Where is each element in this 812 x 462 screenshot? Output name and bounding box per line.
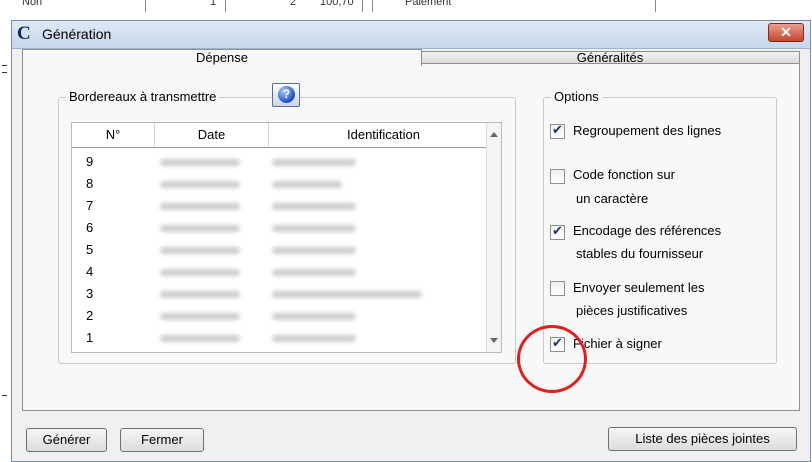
row-number: 7 xyxy=(86,198,94,213)
row-number: 5 xyxy=(86,242,94,257)
table-row[interactable]: 1 xyxy=(72,327,492,349)
blurred-identification xyxy=(272,335,356,342)
checkbox-encodage-references[interactable] xyxy=(550,223,565,240)
close-window-button[interactable]: ✕ xyxy=(768,23,804,42)
background-app-strip: Non 1 2 100,70 Paiement xyxy=(0,0,812,20)
table-row[interactable]: 2 xyxy=(72,305,492,327)
tab-panel-depense: Bordereaux à transmettre ? N° Date Ident… xyxy=(22,63,800,411)
close-button[interactable]: Fermer xyxy=(120,428,204,452)
table-row[interactable]: 8 xyxy=(72,173,492,195)
blurred-date xyxy=(160,269,240,276)
bg-cell: 2 xyxy=(290,0,297,8)
option-label: Fichier à signer xyxy=(573,336,662,351)
app-logo-icon: C xyxy=(17,23,31,44)
help-button[interactable]: ? xyxy=(272,83,300,107)
row-number: 8 xyxy=(86,176,94,191)
checkbox-envoyer-seulement[interactable] xyxy=(550,281,565,296)
bg-cell: 100,70 xyxy=(320,0,354,8)
options-legend: Options xyxy=(551,89,602,104)
blurred-identification xyxy=(272,247,356,254)
row-number: 3 xyxy=(86,286,94,301)
row-number: 9 xyxy=(86,154,94,169)
blurred-identification xyxy=(272,225,356,232)
blurred-date xyxy=(160,225,240,232)
option-label-line2: un caractère xyxy=(576,191,649,206)
bg-separator xyxy=(362,0,363,12)
bg-separator xyxy=(372,0,373,12)
bg-separator xyxy=(145,0,146,12)
blurred-date xyxy=(160,313,240,320)
checkbox-regroupement[interactable] xyxy=(550,122,565,139)
table-row[interactable]: 5 xyxy=(72,239,492,261)
generation-dialog: C Génération ✕ Dépense Généralités Borde… xyxy=(11,20,811,462)
blurred-date xyxy=(160,247,240,254)
bg-tick xyxy=(2,65,7,66)
background-app-side xyxy=(0,20,10,462)
option-label-line2: stables du fournisseur xyxy=(576,246,704,261)
attachments-list-button[interactable]: Liste des pièces jointes xyxy=(608,427,797,451)
list-header: N° Date Identification xyxy=(72,123,499,147)
row-number: 2 xyxy=(86,308,94,323)
header-divider xyxy=(72,147,492,148)
option-label: Encodage des références xyxy=(573,223,722,238)
option-label: Code fonction sur xyxy=(573,167,675,182)
options-group: Options Regroupement des lignes Code fon… xyxy=(543,89,777,364)
blurred-identification xyxy=(272,313,356,320)
column-header-date[interactable]: Date xyxy=(155,123,269,147)
blurred-date xyxy=(160,159,240,166)
option-label: Envoyer seulement les xyxy=(573,280,705,295)
row-number: 4 xyxy=(86,264,94,279)
bg-cell: 1 xyxy=(210,0,217,8)
column-header-identification[interactable]: Identification xyxy=(269,123,499,147)
help-icon: ? xyxy=(278,86,295,103)
bg-separator xyxy=(655,0,656,12)
table-row[interactable]: 4 xyxy=(72,261,492,283)
row-number: 1 xyxy=(86,330,94,345)
option-label-line2: pièces justificatives xyxy=(576,303,688,318)
title-bar[interactable]: C Génération ✕ xyxy=(12,21,810,49)
table-row[interactable]: 6 xyxy=(72,217,492,239)
blurred-identification xyxy=(272,203,356,210)
highlight-annotation-circle xyxy=(517,325,587,393)
generate-button[interactable]: Générer xyxy=(26,428,107,452)
column-header-num[interactable]: N° xyxy=(72,123,155,147)
bordereaux-legend: Bordereaux à transmettre xyxy=(66,89,220,104)
window-title: Génération xyxy=(42,26,112,42)
scroll-up-arrow-icon[interactable] xyxy=(490,132,498,137)
blurred-date xyxy=(160,335,240,342)
option-label: Regroupement des lignes xyxy=(573,123,722,138)
table-row[interactable]: 3 xyxy=(72,283,492,305)
bg-cell: Paiement xyxy=(405,0,452,8)
bg-separator xyxy=(225,0,226,12)
table-row[interactable]: 9 xyxy=(72,151,492,173)
list-scrollbar[interactable] xyxy=(486,123,501,352)
checkbox-code-fonction[interactable] xyxy=(550,169,565,184)
bordereaux-list[interactable]: N° Date Identification 9 8 7 6 5 4 3 2 1 xyxy=(71,122,502,353)
bg-cell: Non xyxy=(22,0,43,8)
table-row[interactable]: 7 xyxy=(72,195,492,217)
blurred-identification xyxy=(272,269,356,276)
tab-depense[interactable]: Dépense xyxy=(22,49,422,66)
bordereaux-group: Bordereaux à transmettre ? N° Date Ident… xyxy=(58,83,516,364)
bg-tick xyxy=(2,72,7,73)
scroll-down-arrow-icon[interactable] xyxy=(490,338,498,343)
blurred-identification xyxy=(272,159,356,166)
row-number: 6 xyxy=(86,220,94,235)
blurred-date xyxy=(160,291,240,298)
blurred-identification xyxy=(272,291,422,298)
blurred-date xyxy=(160,203,240,210)
blurred-identification xyxy=(272,181,342,188)
bg-tick xyxy=(2,395,7,396)
blurred-date xyxy=(160,181,240,188)
